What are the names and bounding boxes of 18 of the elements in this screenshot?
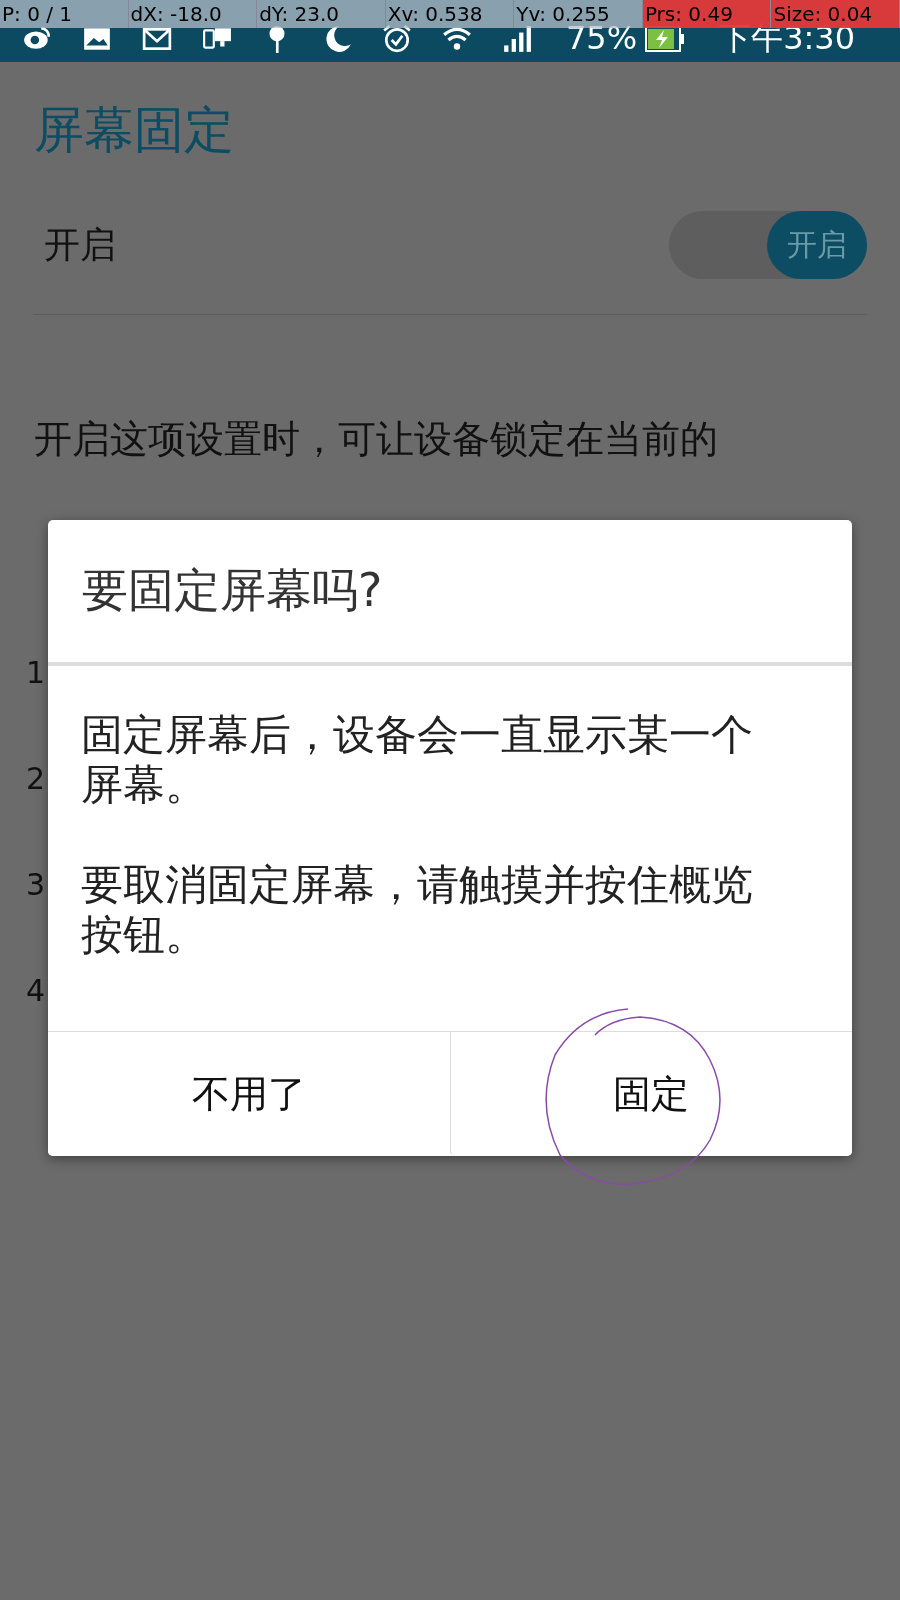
page-title: 屏幕固定 (34, 100, 235, 160)
setting-label: 开启 (44, 222, 116, 267)
pointer-debug-value: dX: -18.0 (128, 0, 258, 28)
list-number: 2 (26, 760, 46, 798)
pointer-debug-value: Size: 0.04 (771, 0, 900, 28)
dialog-message: 要取消固定屏幕，请触摸并按住概览按钮。 (81, 860, 754, 960)
dialog-title: 要固定屏幕吗? (82, 562, 383, 619)
pointer-debug-value: Prs: 0.49 (642, 0, 772, 28)
pointer-debug-value: P: 0 / 1 (0, 0, 129, 28)
dialog-button[interactable]: 不用了 (48, 1032, 450, 1156)
pointer-debug-value: dY: 23.0 (257, 0, 386, 28)
list-number: 3 (26, 866, 46, 904)
list-number: 1 (26, 654, 46, 692)
list-number: 4 (26, 972, 46, 1010)
description-text: 开启这项设置时，可让设备锁定在当前的 (34, 416, 719, 463)
pointer-debug-value: Xv: 0.538 (385, 0, 515, 28)
dialog-message: 固定屏幕后，设备会一直显示某一个屏幕。 (81, 710, 754, 810)
dialog-button[interactable]: 固定 (449, 1032, 852, 1156)
